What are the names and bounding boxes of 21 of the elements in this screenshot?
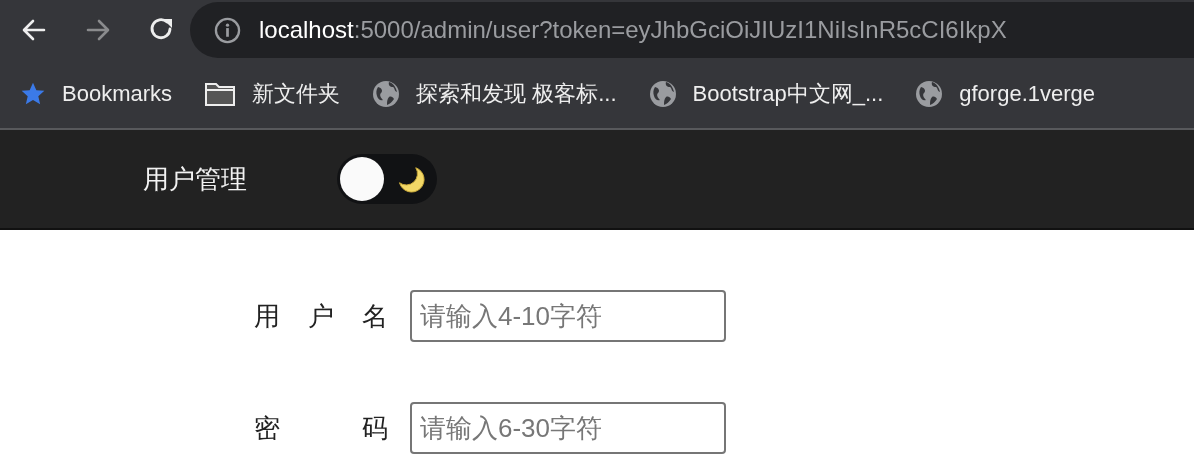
bookmark-link[interactable]: Bootstrap中文网_... xyxy=(692,79,884,109)
input-field[interactable]: 请输入4-10字符 xyxy=(410,290,726,342)
url-host: localhost xyxy=(259,16,354,44)
bookmark-link[interactable]: gforge.1verge xyxy=(959,81,1095,107)
url-path: :5000/admin/user?token=eyJhbGciOiJIUzI1NiIsInR5cCI6IkpX xyxy=(353,16,1007,44)
field-label: 密码 xyxy=(254,411,388,445)
input-field[interactable]: 请输入6-30字符 xyxy=(410,402,726,454)
bookmark-link[interactable]: 探索和发现 极客标... xyxy=(416,79,617,109)
address-bar[interactable]: localhost:5000/admin/user?token=eyJhbGciOiJIUzI1NiIsInR5cCI6IkpX xyxy=(190,2,1194,58)
bookmark-link[interactable]: Bookmarks xyxy=(62,81,173,107)
nav-title[interactable]: 用户管理 xyxy=(143,161,247,197)
bookmark-link[interactable]: 新文件夹 xyxy=(252,79,341,109)
moon-icon xyxy=(397,164,427,194)
globe-icon xyxy=(372,80,401,108)
globe-icon xyxy=(648,80,677,108)
info-icon[interactable] xyxy=(214,16,241,44)
theme-toggle[interactable] xyxy=(337,154,437,204)
field-label: 用户名 xyxy=(254,299,388,333)
star-icon xyxy=(20,81,46,107)
folder-icon xyxy=(204,81,237,107)
globe-icon xyxy=(915,80,944,108)
